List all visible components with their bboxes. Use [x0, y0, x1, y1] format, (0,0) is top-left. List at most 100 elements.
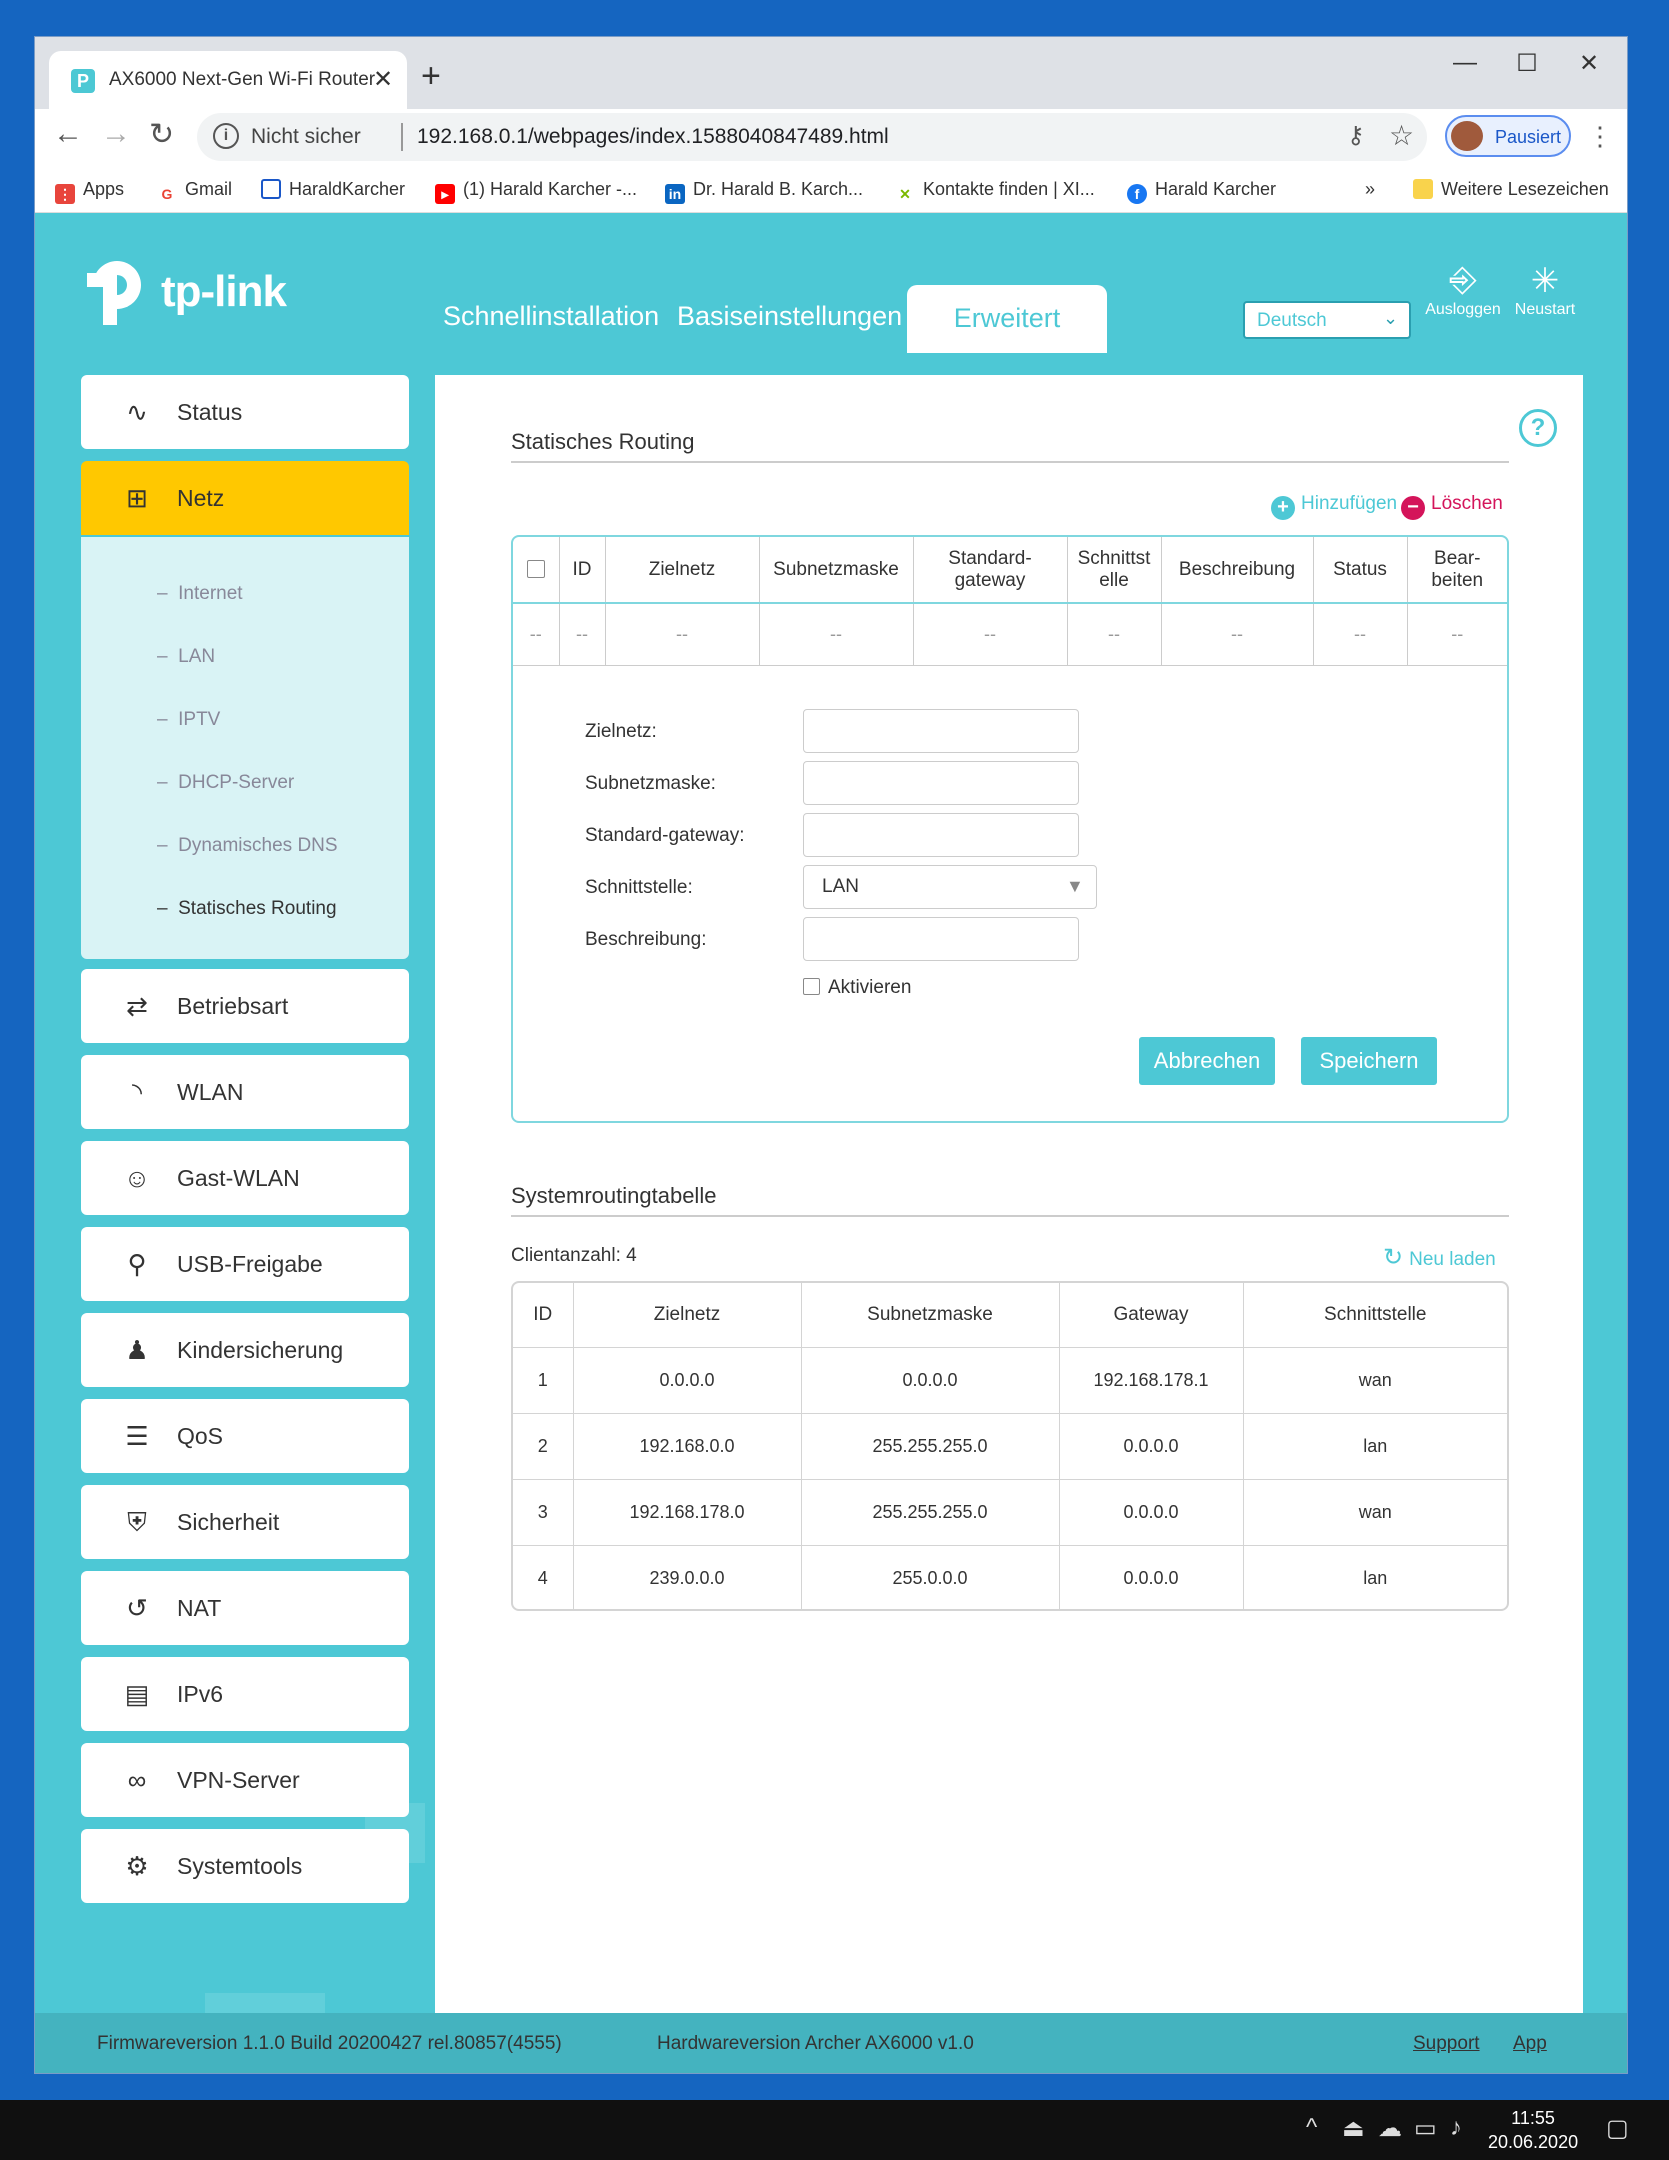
parental-control-icon: ♟ — [125, 1335, 149, 1365]
subnav-static-routing[interactable]: – Statisches Routing — [157, 898, 337, 920]
menu-kebab-icon[interactable]: ⋮ — [1587, 121, 1613, 152]
col-beschreibung: Beschreibung — [1160, 537, 1314, 604]
usb-eject-icon[interactable]: ⏏ — [1342, 2114, 1365, 2143]
more-bookmarks-chevron-icon[interactable]: » — [1365, 179, 1375, 200]
select-all-cell[interactable] — [513, 537, 560, 604]
profile-button[interactable]: Pausiert — [1445, 115, 1571, 157]
bookmark-youtube[interactable]: ▸ (1) Harald Karcher -... — [435, 179, 637, 204]
bookmark-other[interactable]: Weitere Lesezeichen — [1413, 179, 1609, 200]
bookmark-facebook[interactable]: f Harald Karcher — [1127, 179, 1276, 204]
tab-basic[interactable]: Basiseinstellungen — [677, 301, 902, 332]
col-zielnetz: Zielnetz — [604, 537, 760, 604]
sidebar-item-ipv6[interactable]: ▤ IPv6 — [81, 1657, 409, 1731]
subnav-label: LAN — [178, 646, 216, 667]
bookmark-label: (1) Harald Karcher -... — [463, 179, 638, 199]
close-tab-icon[interactable]: ✕ — [373, 65, 393, 94]
table-cell: -- — [758, 602, 914, 666]
bookmark-label: Weitere Lesezeichen — [1441, 179, 1609, 199]
taskbar-clock[interactable]: 11:55 20.06.2020 — [1488, 2106, 1578, 2154]
sidebar-item-usb[interactable]: ⚲ USB-Freigabe — [81, 1227, 409, 1301]
tab-quick-setup[interactable]: Schnellinstallation — [443, 301, 659, 332]
url-text[interactable]: 192.168.0.1/webpages/index.1588040847489… — [417, 125, 889, 149]
select-all-checkbox[interactable] — [526, 560, 545, 579]
enable-checkbox-row[interactable]: Aktivieren — [803, 977, 911, 999]
speaker-icon[interactable]: ♪ — [1450, 2114, 1462, 2142]
reload-button[interactable]: ↻ Neu laden — [1383, 1243, 1496, 1272]
bookmark-xing[interactable]: ✕ Kontakte finden | XI... — [895, 179, 1095, 204]
bookmarks-bar: ⋮ Apps G Gmail HaraldKarcher ▸ (1) Harald K… — [35, 169, 1627, 213]
app-link[interactable]: App — [1513, 2033, 1547, 2055]
key-icon[interactable]: ⚷ — [1347, 121, 1365, 150]
chevron-up-icon[interactable]: ^ — [1306, 2114, 1317, 2142]
sidebar-item-kindersicherung[interactable]: ♟ Kindersicherung — [81, 1313, 409, 1387]
sidebar-item-nat[interactable]: ↺ NAT — [81, 1571, 409, 1645]
bookmark-gmail[interactable]: G Gmail — [157, 179, 232, 204]
language-value: Deutsch — [1257, 310, 1327, 331]
sidebar-item-systemtools[interactable]: ⚙ Systemtools — [81, 1829, 409, 1903]
table-cell: 239.0.0.0 — [572, 1544, 802, 1609]
subnav-ddns[interactable]: – Dynamisches DNS — [157, 835, 338, 857]
brand-name: tp-link — [161, 267, 287, 316]
logout-button[interactable]: ⎆ Ausloggen — [1423, 261, 1503, 319]
tab-advanced[interactable]: Erweitert — [907, 285, 1107, 353]
col-id: ID — [513, 1283, 574, 1348]
subnav-dhcp[interactable]: – DHCP-Server — [157, 772, 294, 794]
delete-button[interactable]: − Löschen — [1401, 493, 1503, 520]
maximize-icon[interactable]: ☐ — [1507, 49, 1547, 78]
subnav-internet[interactable]: – Internet — [157, 583, 243, 605]
bookmark-apps[interactable]: ⋮ Apps — [55, 179, 124, 204]
table-cell: -- — [1406, 602, 1507, 666]
sidebar-item-wlan[interactable]: ◝ WLAN — [81, 1055, 409, 1129]
browser-tab[interactable]: P AX6000 Next-Gen Wi-Fi Router ✕ — [49, 51, 407, 109]
bookmark-haraldkarcher[interactable]: HaraldKarcher — [261, 179, 405, 200]
sidebar-item-qos[interactable]: ☰ QoS — [81, 1399, 409, 1473]
cancel-button[interactable]: Abbrechen — [1139, 1037, 1275, 1085]
sidebar-item-netz[interactable]: ⊞ Netz — [81, 461, 409, 535]
back-icon[interactable]: ← — [53, 117, 83, 151]
usb-icon: ⚲ — [127, 1249, 147, 1279]
subnav-iptv[interactable]: – IPTV — [157, 709, 220, 731]
netz-subnav: – Internet – LAN – IPTV – DHCP-Server – … — [81, 537, 409, 959]
info-icon[interactable]: i — [213, 123, 239, 149]
col-id: ID — [558, 537, 606, 604]
table-cell: -- — [1066, 602, 1162, 666]
omnibox[interactable]: i Nicht sicher 192.168.0.1/webpages/inde… — [197, 113, 1427, 161]
sidebar-item-vpn[interactable]: ∞ VPN-Server — [81, 1743, 409, 1817]
enable-checkbox[interactable] — [803, 978, 820, 995]
bookmark-star-icon[interactable]: ☆ — [1389, 119, 1414, 152]
mask-label: Subnetzmaske: — [585, 773, 716, 794]
reboot-button[interactable]: ✳ Neustart — [1505, 261, 1585, 319]
window-close-icon[interactable]: ✕ — [1569, 49, 1609, 78]
apps-grid-icon: ⋮ — [55, 184, 75, 204]
sidebar-item-gast-wlan[interactable]: ☺ Gast-WLAN — [81, 1141, 409, 1215]
dest-input[interactable] — [803, 709, 1079, 753]
new-tab-icon[interactable]: + — [421, 57, 441, 96]
mask-input[interactable] — [803, 761, 1079, 805]
add-button[interactable]: + Hinzufügen — [1271, 493, 1397, 520]
gateway-input[interactable] — [803, 813, 1079, 857]
windows-taskbar: ^ ⏏ ☁ ▭ ♪ 11:55 20.06.2020 ▢ — [0, 2100, 1669, 2160]
ipv6-icon: ▤ — [124, 1679, 150, 1709]
sidebar-item-sicherheit[interactable]: ⛨ Sicherheit — [81, 1485, 409, 1559]
notification-icon[interactable]: ▢ — [1606, 2114, 1629, 2143]
sidebar-item-betriebsart[interactable]: ⇄ Betriebsart — [81, 969, 409, 1043]
interface-select[interactable]: LAN ▼ — [803, 865, 1097, 909]
sidebar-item-status[interactable]: ∿ Status — [81, 375, 409, 449]
reload-icon[interactable]: ↻ — [149, 117, 174, 152]
network-monitor-icon[interactable]: ▭ — [1414, 2114, 1437, 2143]
clock-time: 11:55 — [1511, 2108, 1555, 2128]
linkedin-icon: in — [665, 184, 685, 204]
help-icon[interactable]: ? — [1519, 409, 1557, 447]
bookmark-linkedin[interactable]: in Dr. Harald B. Karch... — [665, 179, 863, 204]
table-row: 3 192.168.178.0 255.255.255.0 0.0.0.0 wa… — [513, 1478, 1507, 1546]
support-link[interactable]: Support — [1413, 2033, 1480, 2055]
minimize-icon[interactable]: — — [1445, 49, 1485, 77]
subnav-lan[interactable]: – LAN — [157, 646, 215, 668]
language-select[interactable]: Deutsch ⌄ — [1243, 301, 1411, 339]
save-button[interactable]: Speichern — [1301, 1037, 1437, 1085]
tplink-logo-icon — [87, 261, 141, 325]
cloud-icon[interactable]: ☁ — [1378, 2114, 1402, 2143]
table-cell: 0.0.0.0 — [1058, 1478, 1244, 1546]
forward-icon[interactable]: → — [101, 117, 131, 151]
description-input[interactable] — [803, 917, 1079, 961]
